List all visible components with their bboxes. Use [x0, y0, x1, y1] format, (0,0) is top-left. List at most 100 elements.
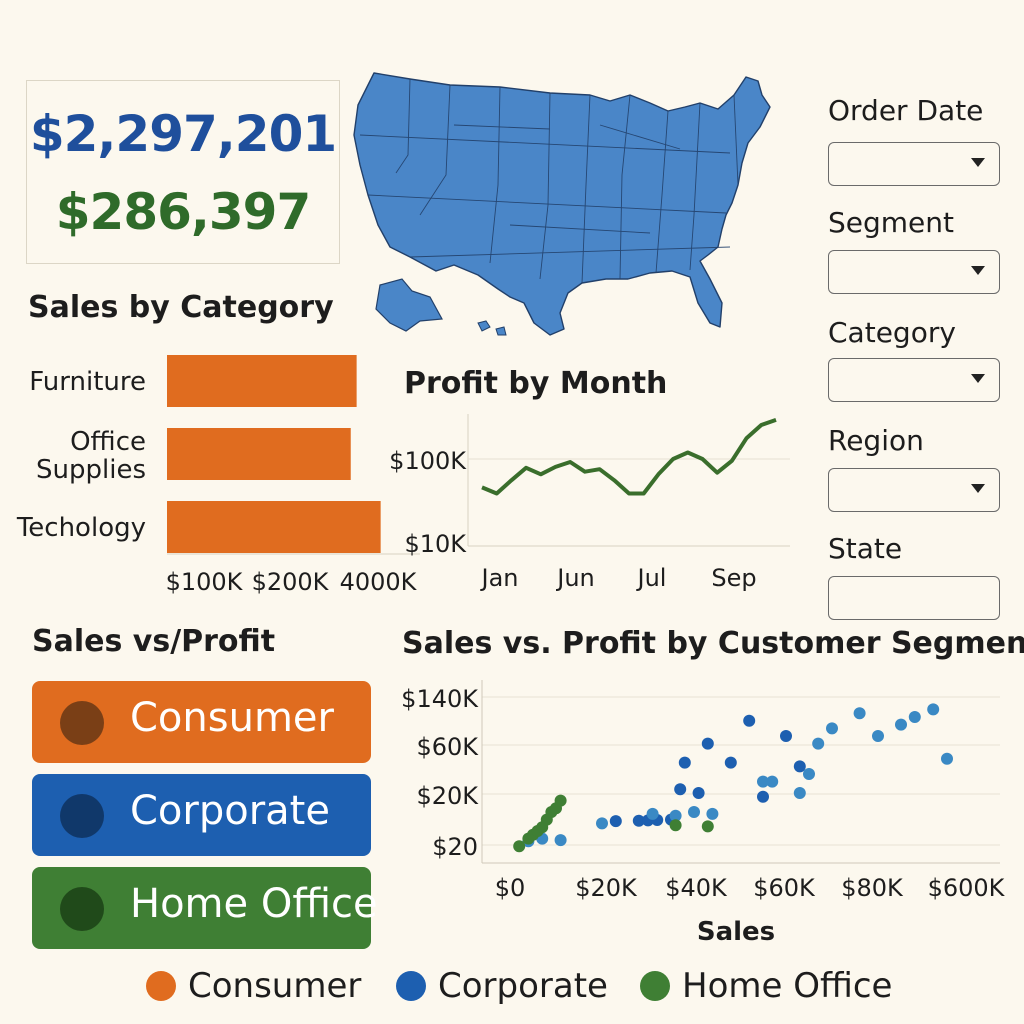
region-dropdown[interactable]: [828, 468, 1000, 512]
scatter-y-tick: $20: [432, 833, 478, 861]
bar-category-label: Office: [70, 427, 146, 457]
scatter-x-tick: $40K: [665, 874, 728, 902]
segment-button-corporate[interactable]: Corporate: [32, 774, 371, 856]
category-label: Category: [828, 316, 956, 349]
scatter-point[interactable]: [853, 707, 866, 720]
scatter-point[interactable]: [674, 783, 687, 796]
region-label: Region: [828, 424, 924, 457]
scatter-point[interactable]: [706, 807, 719, 820]
scatter-point[interactable]: [766, 775, 779, 788]
segment-button-label: Consumer: [130, 695, 334, 741]
line-x-tick: Jul: [636, 564, 667, 592]
line-x-tick: Sep: [711, 564, 756, 592]
scatter-point[interactable]: [872, 730, 884, 742]
line-y-tick: $10K: [404, 530, 467, 558]
scatter-point[interactable]: [780, 730, 792, 742]
scatter-title: Sales vs. Profit by Customer Segment: [402, 626, 1024, 661]
scatter-point[interactable]: [927, 703, 940, 716]
scatter-y-tick: $140K: [401, 685, 479, 713]
chevron-down-icon: [971, 374, 985, 383]
chevron-down-icon: [971, 158, 985, 167]
scatter-point[interactable]: [908, 711, 921, 723]
scatter-point[interactable]: [596, 817, 608, 830]
legend-label: Corporate: [438, 966, 608, 1006]
scatter-point[interactable]: [609, 815, 622, 828]
scatter-point[interactable]: [724, 756, 737, 769]
scatter-x-tick: $20K: [575, 874, 638, 902]
scatter-point[interactable]: [646, 807, 659, 820]
bar-category-label: Supplies: [36, 455, 146, 485]
scatter-point[interactable]: [757, 790, 769, 803]
segment-button-home-office[interactable]: Home Office: [32, 867, 378, 949]
scatter-point[interactable]: [803, 768, 815, 780]
scatter-point[interactable]: [793, 760, 806, 773]
legend-dot-icon: [146, 971, 176, 1001]
scatter-point[interactable]: [826, 722, 838, 735]
state-input[interactable]: [828, 576, 1000, 620]
line-y-tick: $100K: [389, 447, 467, 475]
scatter-point[interactable]: [743, 714, 756, 727]
scatter-point[interactable]: [812, 737, 825, 750]
bar-tick-label: $200K: [252, 568, 330, 596]
segment-button-consumer[interactable]: Consumer: [32, 681, 371, 763]
state-label: State: [828, 532, 903, 565]
segment-dropdown[interactable]: [828, 250, 1000, 294]
segment-button-label: Corporate: [130, 788, 330, 834]
legend-item[interactable]: Corporate: [396, 966, 608, 1006]
legend-label: Consumer: [188, 966, 362, 1006]
scatter-point[interactable]: [701, 820, 714, 833]
line-x-tick: Jun: [555, 564, 595, 592]
profit-line[interactable]: [481, 418, 777, 496]
scatter-x-tick: $80K: [841, 874, 904, 902]
segment-label: Segment: [828, 206, 954, 239]
sales-by-category-chart: Furniture OfficeSupplies Techology $100K $20…: [16, 355, 420, 596]
legend-item[interactable]: Home Office: [640, 966, 892, 1006]
scatter-x-tick: $60K: [753, 874, 816, 902]
scatter-x-label: Sales: [697, 917, 775, 947]
scatter-point[interactable]: [688, 806, 700, 818]
scatter-y-tick: $20K: [416, 782, 479, 810]
scatter-point[interactable]: [941, 752, 953, 765]
scatter-point[interactable]: [513, 840, 526, 853]
chevron-down-icon: [971, 266, 985, 275]
sales-by-category-title: Sales by Category: [28, 290, 334, 325]
scatter-point[interactable]: [895, 718, 907, 731]
profit-by-month-title: Profit by Month: [404, 366, 668, 401]
scatter-point[interactable]: [669, 819, 682, 832]
legend-dot-icon: [640, 971, 670, 1001]
scatter-point[interactable]: [554, 834, 567, 847]
bar-0[interactable]: [167, 355, 357, 407]
scatter-point[interactable]: [678, 756, 691, 769]
scatter-y-tick: $60K: [416, 733, 479, 761]
bar-category-label: Furniture: [29, 367, 146, 397]
chevron-down-icon: [971, 484, 985, 493]
scatter-point[interactable]: [554, 794, 567, 807]
order-date-dropdown[interactable]: [828, 142, 1000, 186]
segment-button-label: Home Office: [130, 881, 378, 927]
scatter-x-tick: $600K: [928, 874, 1006, 902]
circle-icon: [60, 887, 104, 931]
bar-1[interactable]: [167, 428, 351, 480]
profit-by-month-chart: $100K $10K Jan Jun Jul Sep: [389, 414, 790, 592]
bar-tick-label: $100K: [166, 568, 244, 596]
sales-vs-profit-title: Sales vs/Profit: [32, 624, 276, 659]
category-dropdown[interactable]: [828, 358, 1000, 402]
kpi-panel: $2,297,201 $286,397: [26, 80, 340, 264]
legend-label: Home Office: [682, 966, 893, 1006]
bar-category-label: Techology: [16, 513, 146, 543]
circle-icon: [60, 794, 104, 838]
legend-dot-icon: [396, 971, 426, 1001]
total-sales-value: $2,297,201: [29, 105, 337, 163]
legend-item[interactable]: Consumer: [146, 966, 361, 1006]
total-profit-value: $286,397: [55, 183, 312, 241]
us-map-icon[interactable]: [350, 65, 790, 340]
circle-icon: [60, 701, 104, 745]
line-x-tick: Jan: [480, 564, 519, 592]
scatter-point[interactable]: [793, 787, 806, 799]
scatter-x-tick: $0: [495, 874, 526, 902]
bar-2[interactable]: [167, 501, 381, 553]
order-date-label: Order Date: [828, 94, 984, 127]
scatter-point[interactable]: [701, 737, 714, 750]
scatter-point[interactable]: [692, 787, 705, 799]
scatter-chart: $140K $60K $20K $20 $0 $20K $40K $60K $80K $600K S…: [401, 680, 1006, 947]
